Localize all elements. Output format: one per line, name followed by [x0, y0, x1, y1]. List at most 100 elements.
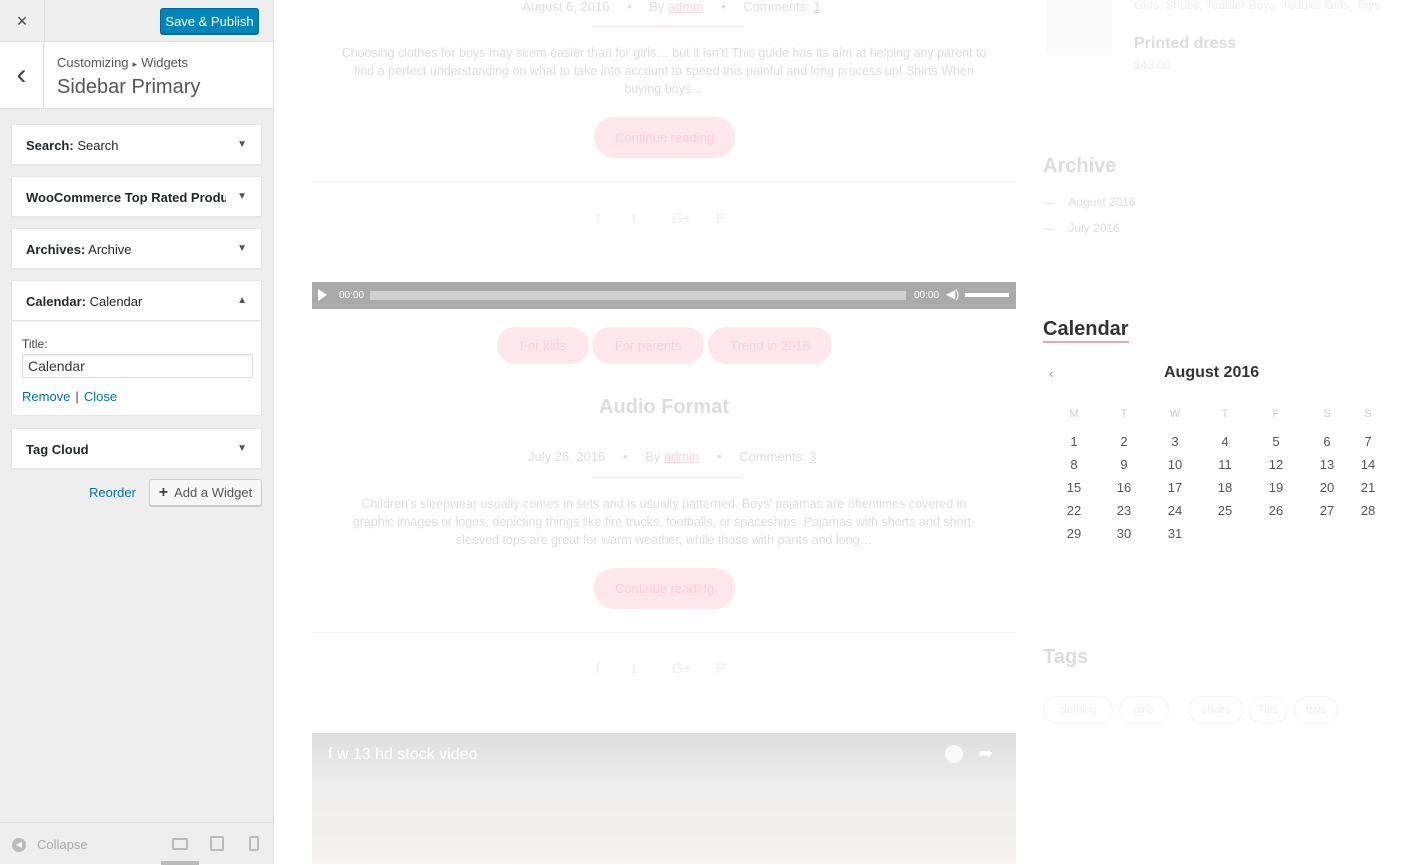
calendar-day: 12 [1268, 457, 1284, 472]
facebook-icon[interactable]: f [596, 210, 600, 226]
title-field[interactable] [22, 354, 253, 378]
tag-link[interactable]: shoes [1189, 696, 1243, 724]
remove-link[interactable]: Remove [22, 389, 70, 404]
calendar-day: 16 [1116, 480, 1132, 495]
tag-link[interactable]: girls [1119, 696, 1169, 724]
expand-arrow-icon[interactable]: ▼ [237, 243, 247, 254]
widget-tag-cloud[interactable]: Tag Cloud ▼ [11, 428, 262, 469]
tag-link[interactable]: toys [1294, 696, 1338, 724]
expand-arrow-icon[interactable]: ▼ [237, 443, 247, 454]
desktop-preview-icon[interactable] [172, 838, 188, 850]
collapse-label: Collapse [37, 837, 88, 852]
section-title: Sidebar Primary [57, 76, 201, 98]
calendar-day: 15 [1066, 480, 1082, 495]
google-plus-icon[interactable]: G+ [672, 210, 691, 226]
post-author-link[interactable]: admin [668, 0, 703, 14]
share-icon[interactable]: ➦ [978, 743, 993, 764]
customizer-panel: × Save & Publish ‹ Customizing ▸ Widgets S… [0, 0, 274, 865]
add-widget-label: Add a Widget [174, 485, 253, 500]
save-publish-button[interactable]: Save & Publish [160, 8, 259, 34]
audio-current-time: 00:00 [339, 290, 365, 301]
calendar-day: 5 [1272, 434, 1280, 449]
add-widget-button[interactable]: + Add a Widget [149, 479, 262, 506]
calendar-prev-icon[interactable]: ‹ [1049, 366, 1053, 381]
calendar-day: 1 [1070, 434, 1078, 449]
calendar-day: 28 [1360, 503, 1376, 518]
widget-name: Archive [88, 242, 132, 257]
weekday-header: S [1323, 408, 1331, 420]
comments-link[interactable]: 1 [813, 0, 820, 14]
collapse-arrow-icon[interactable]: ▲ [237, 295, 247, 306]
widget-name: Search [77, 138, 119, 153]
calendar-day: 25 [1217, 503, 1233, 518]
back-arrow-icon: ‹ [16, 58, 27, 91]
back-button[interactable]: ‹ [0, 42, 44, 108]
widget-woocommerce-top-rated[interactable]: WooCommerce Top Rated Produ... ▼ [11, 176, 262, 217]
tag-pill[interactable]: Trend in 2016 [708, 327, 832, 364]
comments-link[interactable]: 3 [809, 449, 816, 464]
calendar-day: 8 [1070, 457, 1078, 472]
video-embed[interactable]: f w 13 hd stock video ➦ [312, 733, 1016, 864]
pinterest-icon[interactable]: P [716, 660, 725, 676]
tablet-preview-icon[interactable] [210, 836, 224, 851]
calendar-widget-form: Title: Remove | Close [11, 321, 262, 416]
divider [312, 632, 1016, 633]
expand-arrow-icon[interactable]: ▼ [237, 191, 247, 202]
post-by: By [649, 0, 665, 14]
weekday-header: T [1120, 408, 1128, 420]
widget-archives[interactable]: Archives: Archive ▼ [11, 228, 262, 269]
archive-item-label: July 2016 [1068, 221, 1120, 235]
twitter-icon[interactable]: t [632, 660, 636, 676]
comments-label: Comments: [743, 0, 810, 14]
divider [312, 181, 1016, 182]
mute-icon[interactable]: ◀) [946, 287, 959, 301]
audio-duration: 00:00 [914, 290, 940, 301]
product-thumbnail[interactable] [1046, 0, 1112, 54]
continue-reading-button[interactable]: Continue reading [594, 568, 735, 609]
product-price: $43.00 [1134, 58, 1171, 72]
close-customizer-button[interactable]: × [0, 0, 45, 42]
tag-pill[interactable]: For kids [497, 327, 589, 364]
archive-item[interactable]: — August 2016 [1043, 195, 1136, 209]
collapse-button[interactable]: ◀ Collapse [12, 837, 88, 852]
pinterest-icon[interactable]: P [716, 210, 725, 226]
archive-item-label: August 2016 [1068, 195, 1136, 209]
play-icon[interactable] [318, 289, 327, 301]
tag-link[interactable]: clothing [1043, 696, 1113, 724]
device-selected-indicator [161, 861, 199, 865]
meta-underline [592, 477, 742, 478]
title-label: Title: [22, 337, 48, 351]
close-link[interactable]: Close [84, 389, 117, 404]
product-name[interactable]: Printed dress [1134, 35, 1236, 53]
twitter-icon[interactable]: t [632, 210, 636, 226]
clock-icon[interactable] [945, 745, 963, 763]
facebook-icon[interactable]: f [596, 660, 600, 676]
calendar-day: 24 [1167, 503, 1183, 518]
calendar-day: 18 [1217, 480, 1233, 495]
mobile-preview-icon[interactable] [249, 836, 259, 851]
plus-icon: + [158, 483, 169, 501]
widget-type: Calendar: [26, 294, 86, 309]
calendar-day: 10 [1167, 457, 1183, 472]
calendar-day: 27 [1319, 503, 1335, 518]
calendar-day: 6 [1323, 434, 1331, 449]
reorder-link[interactable]: Reorder [89, 485, 136, 500]
google-plus-icon[interactable]: G+ [672, 660, 691, 676]
post-title[interactable]: Audio Format [312, 396, 1016, 419]
product-categories: Girls, Shoes, Toddler Boys, Toddler Girl… [1134, 0, 1381, 12]
archive-item[interactable]: — July 2016 [1043, 221, 1120, 235]
post-excerpt: Children's sleepwear usually comes in se… [352, 497, 976, 547]
post-author-link[interactable]: admin [664, 449, 699, 464]
audio-progress-bar[interactable] [370, 291, 906, 300]
expand-arrow-icon[interactable]: ▼ [237, 139, 247, 150]
tag-link[interactable]: Tips [1249, 696, 1287, 724]
widget-search[interactable]: Search: Search ▼ [11, 124, 262, 165]
calendar-title: Calendar [1043, 318, 1129, 343]
tag-pill[interactable]: For parents [592, 327, 704, 364]
volume-slider[interactable] [965, 293, 1009, 297]
archive-title: Archive [1043, 155, 1117, 177]
continue-reading-button[interactable]: Continue reading [594, 117, 735, 158]
calendar-day: 19 [1268, 480, 1284, 495]
calendar-day: 9 [1120, 457, 1128, 472]
widget-calendar[interactable]: Calendar: Calendar ▲ [11, 280, 262, 321]
